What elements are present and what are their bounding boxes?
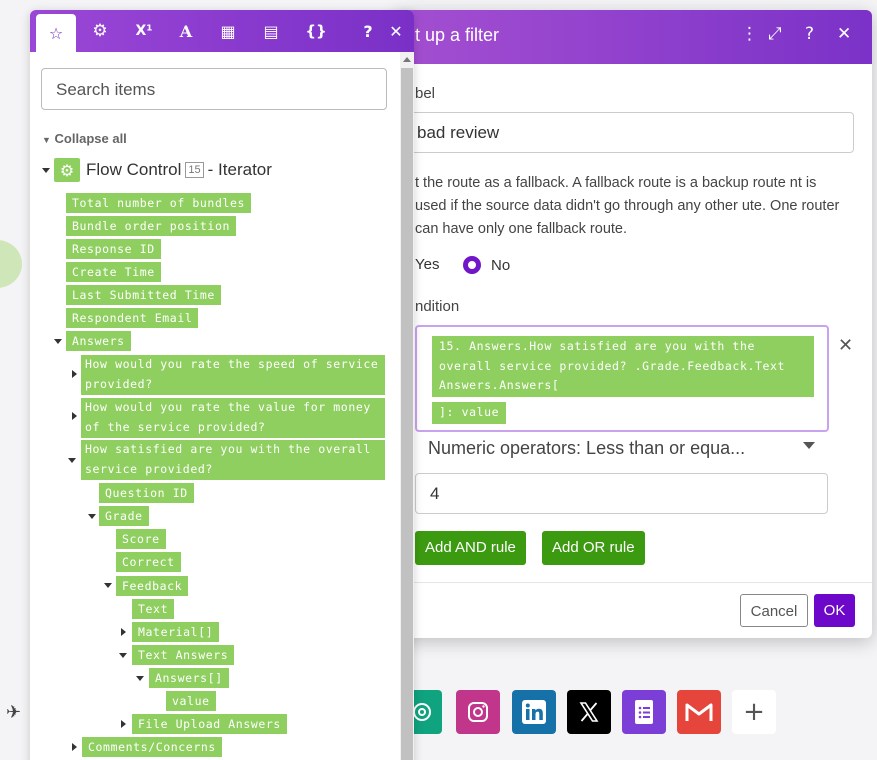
item-q-speed[interactable]: How would you rate the speed of service … bbox=[81, 355, 385, 395]
add-icon[interactable]: + bbox=[732, 690, 776, 734]
collapse-all-label: Collapse all bbox=[54, 131, 127, 146]
mapping-panel: ☆ ⚙ X¹ A ▦ ▤ {} ? ✕ Search items ▼ Colla… bbox=[30, 10, 414, 760]
item-respondent-email[interactable]: Respondent Email bbox=[66, 308, 199, 328]
radio-no-label: No bbox=[491, 256, 511, 274]
text-icon[interactable]: A bbox=[166, 10, 206, 52]
help-icon[interactable]: ? bbox=[805, 24, 814, 44]
collapse-all-button[interactable]: ▼ Collapse all bbox=[42, 131, 127, 146]
add-and-rule-button[interactable]: Add AND rule bbox=[415, 531, 526, 565]
add-or-rule-button[interactable]: Add OR rule bbox=[542, 531, 645, 565]
condition-variable-pill[interactable]: 15. Answers.How satisfied are you with t… bbox=[432, 336, 814, 397]
scrollbar-thumb[interactable] bbox=[401, 68, 413, 760]
label-heading: bel bbox=[415, 85, 436, 102]
x-icon[interactable] bbox=[567, 690, 611, 734]
item-correct[interactable]: Correct bbox=[116, 552, 181, 572]
expand-icon[interactable]: ⤢ bbox=[768, 24, 782, 44]
item-q-value[interactable]: How would you rate the value for money o… bbox=[81, 398, 385, 438]
chevron-down-icon[interactable] bbox=[88, 514, 96, 519]
radio-yes[interactable]: Yes bbox=[415, 256, 439, 273]
chevron-right-icon[interactable] bbox=[72, 412, 77, 420]
module-header[interactable]: ⚙ Flow Control 15 - Iterator bbox=[54, 158, 272, 182]
chevron-right-icon[interactable] bbox=[72, 743, 77, 751]
modal-title: t up a filter bbox=[415, 25, 500, 45]
label-input[interactable]: bad review bbox=[399, 112, 854, 153]
airplane-icon[interactable]: ✈ bbox=[6, 702, 21, 723]
radio-yes-label: Yes bbox=[415, 256, 440, 273]
item-answers[interactable]: Answers bbox=[66, 331, 131, 351]
condition-heading: ndition bbox=[415, 298, 460, 315]
remove-condition-icon[interactable]: ✕ bbox=[838, 335, 853, 356]
chevron-down-icon[interactable] bbox=[68, 458, 76, 463]
item-create-time[interactable]: Create Time bbox=[66, 262, 161, 282]
chevron-down-icon[interactable] bbox=[803, 442, 815, 449]
module-suffix: - Iterator bbox=[207, 160, 272, 179]
gear-icon: ⚙ bbox=[54, 158, 80, 182]
modal-header: t up a filter ⋮ ⤢ ? ✕ bbox=[395, 10, 872, 64]
item-text-answers[interactable]: Text Answers bbox=[132, 645, 235, 665]
item-score[interactable]: Score bbox=[116, 529, 166, 549]
more-icon[interactable]: ⋮ bbox=[741, 24, 758, 44]
superscript-icon[interactable]: X¹ bbox=[124, 10, 164, 52]
chevron-right-icon[interactable] bbox=[121, 628, 126, 636]
close-icon[interactable]: ✕ bbox=[837, 24, 851, 44]
google-forms-icon[interactable] bbox=[622, 690, 666, 734]
item-material[interactable]: Material[] bbox=[132, 622, 220, 642]
close-icon[interactable]: ✕ bbox=[376, 10, 414, 52]
module-badge: 15 bbox=[185, 162, 204, 178]
radio-selected-icon[interactable] bbox=[463, 256, 481, 274]
item-comments[interactable]: Comments/Concerns bbox=[82, 737, 222, 757]
scroll-up-icon[interactable] bbox=[403, 57, 411, 62]
cancel-button[interactable]: Cancel bbox=[740, 594, 808, 627]
item-grade[interactable]: Grade bbox=[99, 506, 149, 526]
item-q-satisfied[interactable]: How satisfied are you with the overall s… bbox=[81, 440, 385, 480]
table-icon[interactable]: ▤ bbox=[251, 10, 291, 52]
panel-tabbar: ☆ ⚙ X¹ A ▦ ▤ {} ? ✕ bbox=[30, 10, 414, 52]
braces-icon[interactable]: {} bbox=[296, 10, 336, 52]
chevron-right-icon[interactable] bbox=[121, 720, 126, 728]
condition-value-pill[interactable]: ]: value bbox=[432, 402, 507, 424]
chevron-down-icon[interactable] bbox=[104, 583, 112, 588]
item-bundle-order[interactable]: Bundle order position bbox=[66, 216, 236, 236]
module-name: Flow Control bbox=[86, 160, 182, 179]
linkedin-icon[interactable] bbox=[512, 690, 556, 734]
item-response-id[interactable]: Response ID bbox=[66, 239, 161, 259]
chevron-right-icon[interactable] bbox=[72, 370, 77, 378]
item-feedback[interactable]: Feedback bbox=[116, 576, 189, 596]
instagram-icon[interactable] bbox=[456, 690, 500, 734]
operator-select[interactable]: Numeric operators: Less than or equa... bbox=[428, 438, 828, 459]
item-value[interactable]: value bbox=[166, 691, 216, 711]
chevron-down-icon[interactable] bbox=[54, 339, 62, 344]
filter-modal: t up a filter ⋮ ⤢ ? ✕ bel bad review t t… bbox=[395, 10, 872, 638]
radio-no[interactable]: No bbox=[463, 256, 510, 274]
item-total-bundles[interactable]: Total number of bundles bbox=[66, 193, 252, 213]
item-question-id[interactable]: Question ID bbox=[99, 483, 194, 503]
search-input[interactable]: Search items bbox=[41, 68, 387, 110]
fallback-description: t the route as a fallback. A fallback ro… bbox=[415, 175, 840, 237]
condition-value-input[interactable]: 4 bbox=[415, 473, 828, 514]
gmail-icon[interactable] bbox=[677, 690, 721, 734]
chevron-down-icon[interactable] bbox=[42, 168, 50, 173]
item-answers-array[interactable]: Answers[] bbox=[149, 668, 229, 688]
star-icon[interactable]: ☆ bbox=[36, 14, 76, 52]
chevron-down-icon[interactable] bbox=[136, 676, 144, 681]
gear-icon[interactable]: ⚙ bbox=[80, 10, 120, 52]
item-file-upload[interactable]: File Upload Answers bbox=[132, 714, 287, 734]
ok-button[interactable]: OK bbox=[814, 594, 855, 627]
footer-divider bbox=[395, 582, 872, 583]
canvas-module-bubble[interactable] bbox=[0, 240, 22, 288]
chevron-down-icon[interactable] bbox=[119, 653, 127, 658]
calendar-icon[interactable]: ▦ bbox=[208, 10, 248, 52]
item-text[interactable]: Text bbox=[132, 599, 175, 619]
condition-input[interactable]: 15. Answers.How satisfied are you with t… bbox=[415, 325, 829, 432]
item-last-submitted[interactable]: Last Submitted Time bbox=[66, 285, 221, 305]
